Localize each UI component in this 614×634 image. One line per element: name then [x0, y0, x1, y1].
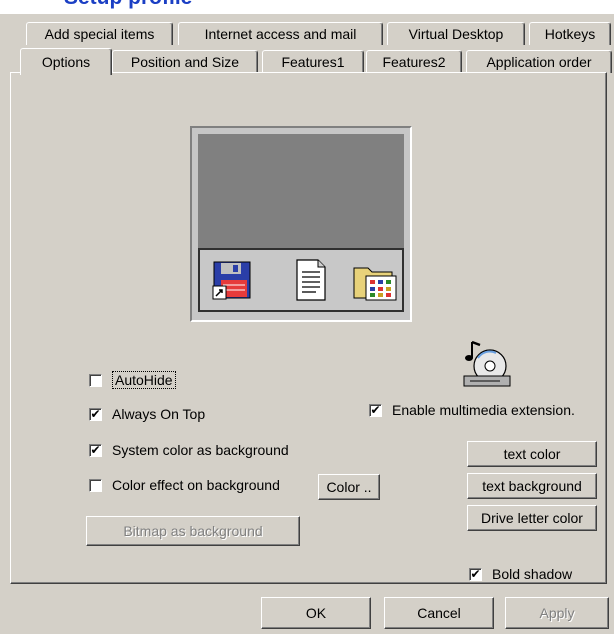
enable-multimedia-label: Enable multimedia extension. — [392, 402, 575, 418]
tab-virtual-desktop[interactable]: Virtual Desktop — [387, 22, 525, 45]
always-on-top-checkbox[interactable]: ✔ — [89, 407, 102, 421]
window-title: Setup profile — [64, 0, 192, 10]
system-color-checkbox-row[interactable]: ✔ System color as background — [89, 442, 289, 458]
autohide-label: AutoHide — [112, 371, 176, 389]
text-background-button[interactable]: text background — [467, 473, 597, 499]
tab-features2[interactable]: Features2 — [366, 50, 462, 73]
color-button[interactable]: Color .. — [318, 474, 380, 500]
autohide-checkbox[interactable] — [89, 373, 102, 387]
always-on-top-label: Always On Top — [112, 406, 206, 422]
document-icon — [296, 259, 326, 301]
tab-features1[interactable]: Features1 — [262, 50, 364, 73]
tab-add-special-items[interactable]: Add special items — [26, 22, 173, 45]
cancel-button[interactable]: Cancel — [384, 597, 494, 629]
system-color-label: System color as background — [112, 442, 289, 458]
tab-position-and-size[interactable]: Position and Size — [112, 50, 258, 73]
enable-multimedia-checkbox[interactable]: ✔ — [369, 403, 382, 417]
desktop-preview — [190, 126, 412, 322]
bitmap-background-button[interactable]: Bitmap as background — [86, 516, 300, 546]
cd-music-icon — [463, 340, 511, 387]
bold-shadow-checkbox[interactable]: ✔ — [469, 567, 482, 581]
tab-options[interactable]: Options — [20, 48, 112, 75]
tab-hotkeys[interactable]: Hotkeys — [529, 22, 611, 45]
apply-button[interactable]: Apply — [505, 597, 609, 629]
tab-internet-access-and-mail[interactable]: Internet access and mail — [178, 22, 383, 45]
text-color-button[interactable]: text color — [467, 441, 597, 467]
folder-icon — [353, 267, 397, 301]
tab-application-order[interactable]: Application order — [466, 50, 612, 73]
system-color-checkbox[interactable]: ✔ — [89, 443, 102, 457]
enable-multimedia-checkbox-row[interactable]: ✔ Enable multimedia extension. — [369, 402, 575, 418]
color-effect-checkbox-row[interactable]: Color effect on background — [89, 477, 280, 493]
drive-letter-color-button[interactable]: Drive letter color — [467, 505, 597, 531]
preview-taskbar — [198, 248, 404, 312]
bold-shadow-checkbox-row[interactable]: ✔ Bold shadow — [469, 566, 572, 582]
autohide-checkbox-row[interactable]: AutoHide — [89, 371, 176, 389]
color-effect-checkbox[interactable] — [89, 478, 102, 492]
bold-shadow-label: Bold shadow — [492, 566, 573, 582]
window-title-bar: Setup profile — [0, 0, 614, 14]
preview-screen — [198, 134, 404, 248]
floppy-disk-icon — [212, 261, 251, 300]
color-effect-label: Color effect on background — [112, 477, 280, 493]
always-on-top-checkbox-row[interactable]: ✔ Always On Top — [89, 406, 205, 422]
ok-button[interactable]: OK — [261, 597, 371, 629]
